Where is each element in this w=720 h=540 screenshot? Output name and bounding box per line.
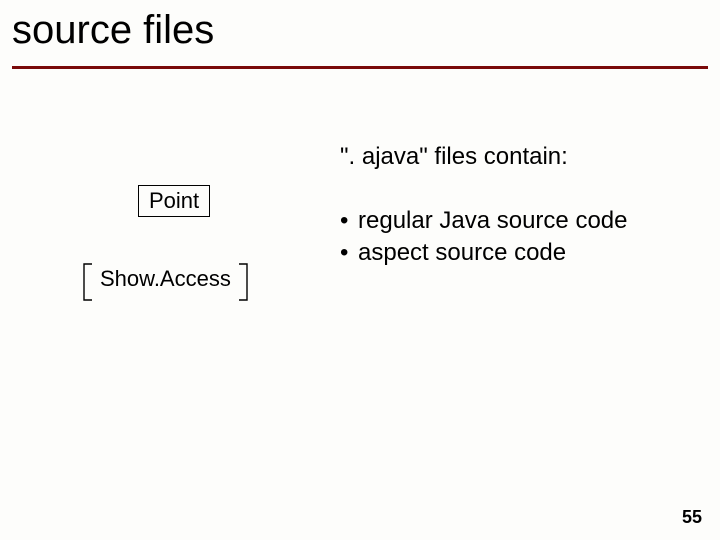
bullet-list: •regular Java source code •aspect source… <box>340 205 627 270</box>
bullet-text: aspect source code <box>358 239 566 266</box>
bullet-dot-icon: • <box>340 205 358 237</box>
bullet-text: regular Java source code <box>358 207 627 234</box>
description-line: ". ajava" files contain: <box>340 143 568 171</box>
point-box: Point <box>138 185 210 217</box>
bullet-item: •regular Java source code <box>340 205 627 237</box>
left-bracket-icon <box>80 262 94 302</box>
showaccess-label: Show.Access <box>94 262 237 302</box>
slide-title: source files <box>12 8 708 52</box>
bullet-item: •aspect source code <box>340 237 627 269</box>
right-bracket-icon <box>237 262 251 302</box>
title-underline <box>12 66 708 69</box>
bullet-dot-icon: • <box>340 237 358 269</box>
page-number: 55 <box>682 507 702 528</box>
showaccess-box: Show.Access <box>80 262 251 302</box>
